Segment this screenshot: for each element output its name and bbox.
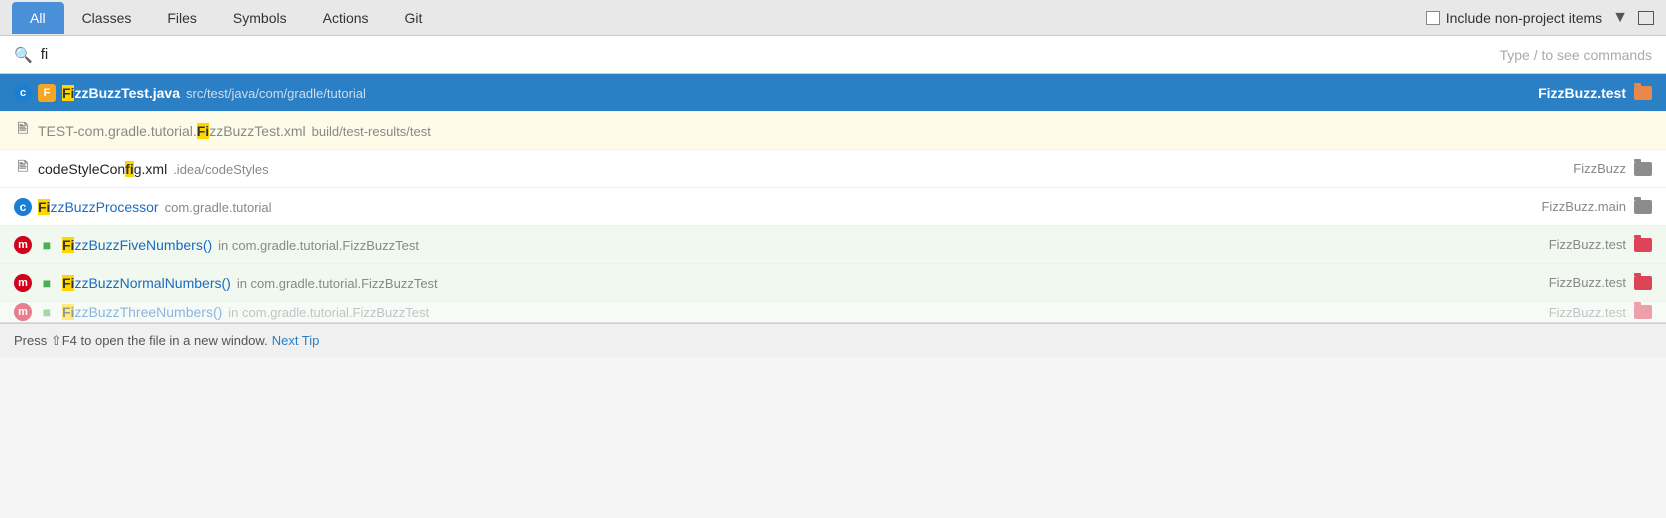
row-main: FizzBuzzFiveNumbers() in com.gradle.tuto… <box>62 237 1543 253</box>
folder-icon <box>1634 305 1652 319</box>
row-path: in com.gradle.tutorial.FizzBuzzTest <box>218 238 419 253</box>
row-main: FizzBuzzProcessor com.gradle.tutorial <box>38 199 1535 215</box>
row-module: FizzBuzz.test <box>1549 305 1626 320</box>
search-icon: 🔍 <box>14 46 33 64</box>
row-filename: FizzBuzzFiveNumbers() <box>62 237 212 253</box>
method-icon: m <box>14 274 32 292</box>
row-filename: FizzBuzzThreeNumbers() <box>62 304 222 320</box>
method-green-icon: ■ <box>38 303 56 321</box>
table-row[interactable]: 🖹 codeStyleConfig.xml .idea/codeStyles F… <box>0 150 1666 188</box>
highlight: fi <box>125 161 134 177</box>
folder-icon <box>1634 200 1652 214</box>
highlight: Fi <box>197 123 209 139</box>
row-path: build/test-results/test <box>312 124 431 139</box>
row-right: FizzBuzz.main <box>1541 199 1652 214</box>
row-right: FizzBuzz.test <box>1538 85 1652 101</box>
include-non-project-label: Include non-project items <box>1446 10 1602 26</box>
row-path: com.gradle.tutorial <box>165 200 272 215</box>
row-path: src/test/java/com/gradle/tutorial <box>186 86 366 101</box>
highlight: Fi <box>62 85 74 101</box>
method-icon: m <box>14 236 32 254</box>
table-row[interactable]: c FizzBuzzProcessor com.gradle.tutorial … <box>0 188 1666 226</box>
search-bar: 🔍 Type / to see commands <box>0 36 1666 74</box>
row-right: FizzBuzz.test <box>1549 237 1652 252</box>
class-icon: c <box>14 198 32 216</box>
highlight: Fi <box>38 199 50 215</box>
file-icon: F <box>38 84 56 102</box>
row-path: .idea/codeStyles <box>173 162 268 177</box>
row-right: FizzBuzz <box>1573 161 1652 176</box>
row-filename: TEST-com.gradle.tutorial.FizzBuzzTest.xm… <box>38 123 306 139</box>
tab-classes[interactable]: Classes <box>64 2 150 34</box>
row-main: FizzBuzzThreeNumbers() in com.gradle.tut… <box>62 304 1543 320</box>
folder-icon <box>1634 238 1652 252</box>
status-press-text: Press ⇧F4 to open the file in a new wind… <box>14 333 268 349</box>
doc-icon: 🖹 <box>14 122 32 140</box>
panel-icon[interactable] <box>1638 11 1654 25</box>
row-main: FizzBuzzNormalNumbers() in com.gradle.tu… <box>62 275 1543 291</box>
row-filename: FizzBuzzProcessor <box>38 199 159 215</box>
search-hint: Type / to see commands <box>1499 47 1652 63</box>
results-list: c F FizzBuzzTest.java src/test/java/com/… <box>0 74 1666 323</box>
doc-icon: 🖹 <box>14 160 32 178</box>
table-row[interactable]: m ■ FizzBuzzNormalNumbers() in com.gradl… <box>0 264 1666 302</box>
row-module: FizzBuzz.test <box>1549 237 1626 252</box>
row-right: FizzBuzz.test <box>1549 305 1652 320</box>
row-main: codeStyleConfig.xml .idea/codeStyles <box>38 161 1567 177</box>
row-filename: FizzBuzzNormalNumbers() <box>62 275 231 291</box>
tab-actions[interactable]: Actions <box>305 2 387 34</box>
row-module: FizzBuzz.main <box>1541 199 1626 214</box>
table-row[interactable]: 🖹 TEST-com.gradle.tutorial.FizzBuzzTest.… <box>0 112 1666 150</box>
row-module: FizzBuzz <box>1573 161 1626 176</box>
folder-icon <box>1634 86 1652 100</box>
tab-symbols[interactable]: Symbols <box>215 2 305 34</box>
row-module: FizzBuzz.test <box>1538 85 1626 101</box>
status-bar: Press ⇧F4 to open the file in a new wind… <box>0 323 1666 357</box>
folder-icon <box>1634 276 1652 290</box>
row-main: TEST-com.gradle.tutorial.FizzBuzzTest.xm… <box>38 123 1646 139</box>
row-main: FizzBuzzTest.java src/test/java/com/grad… <box>62 85 1532 101</box>
highlight: Fi <box>62 275 74 291</box>
folder-icon <box>1634 162 1652 176</box>
row-module: FizzBuzz.test <box>1549 275 1626 290</box>
table-row[interactable]: c F FizzBuzzTest.java src/test/java/com/… <box>0 74 1666 112</box>
row-right: FizzBuzz.test <box>1549 275 1652 290</box>
row-path: in com.gradle.tutorial.FizzBuzzTest <box>237 276 438 291</box>
table-row[interactable]: m ■ FizzBuzzThreeNumbers() in com.gradle… <box>0 302 1666 322</box>
filter-icon[interactable]: ▼ <box>1612 9 1628 27</box>
method-green-icon: ■ <box>38 236 56 254</box>
next-tip-link[interactable]: Next Tip <box>272 333 320 348</box>
class-icon: c <box>14 84 32 102</box>
checkbox-box <box>1426 11 1440 25</box>
tab-bar: All Classes Files Symbols Actions Git In… <box>0 0 1666 36</box>
row-filename: FizzBuzzTest.java <box>62 85 180 101</box>
highlight: Fi <box>62 304 74 320</box>
tab-git[interactable]: Git <box>387 2 441 34</box>
highlight: Fi <box>62 237 74 253</box>
row-path: in com.gradle.tutorial.FizzBuzzTest <box>228 305 429 320</box>
method-green-icon: ■ <box>38 274 56 292</box>
tab-all[interactable]: All <box>12 2 64 34</box>
search-input[interactable] <box>41 46 1492 63</box>
row-filename: codeStyleConfig.xml <box>38 161 167 177</box>
tab-files[interactable]: Files <box>149 2 215 34</box>
table-row[interactable]: m ■ FizzBuzzFiveNumbers() in com.gradle.… <box>0 226 1666 264</box>
method-icon: m <box>14 303 32 321</box>
include-non-project-checkbox[interactable]: Include non-project items <box>1426 10 1602 26</box>
